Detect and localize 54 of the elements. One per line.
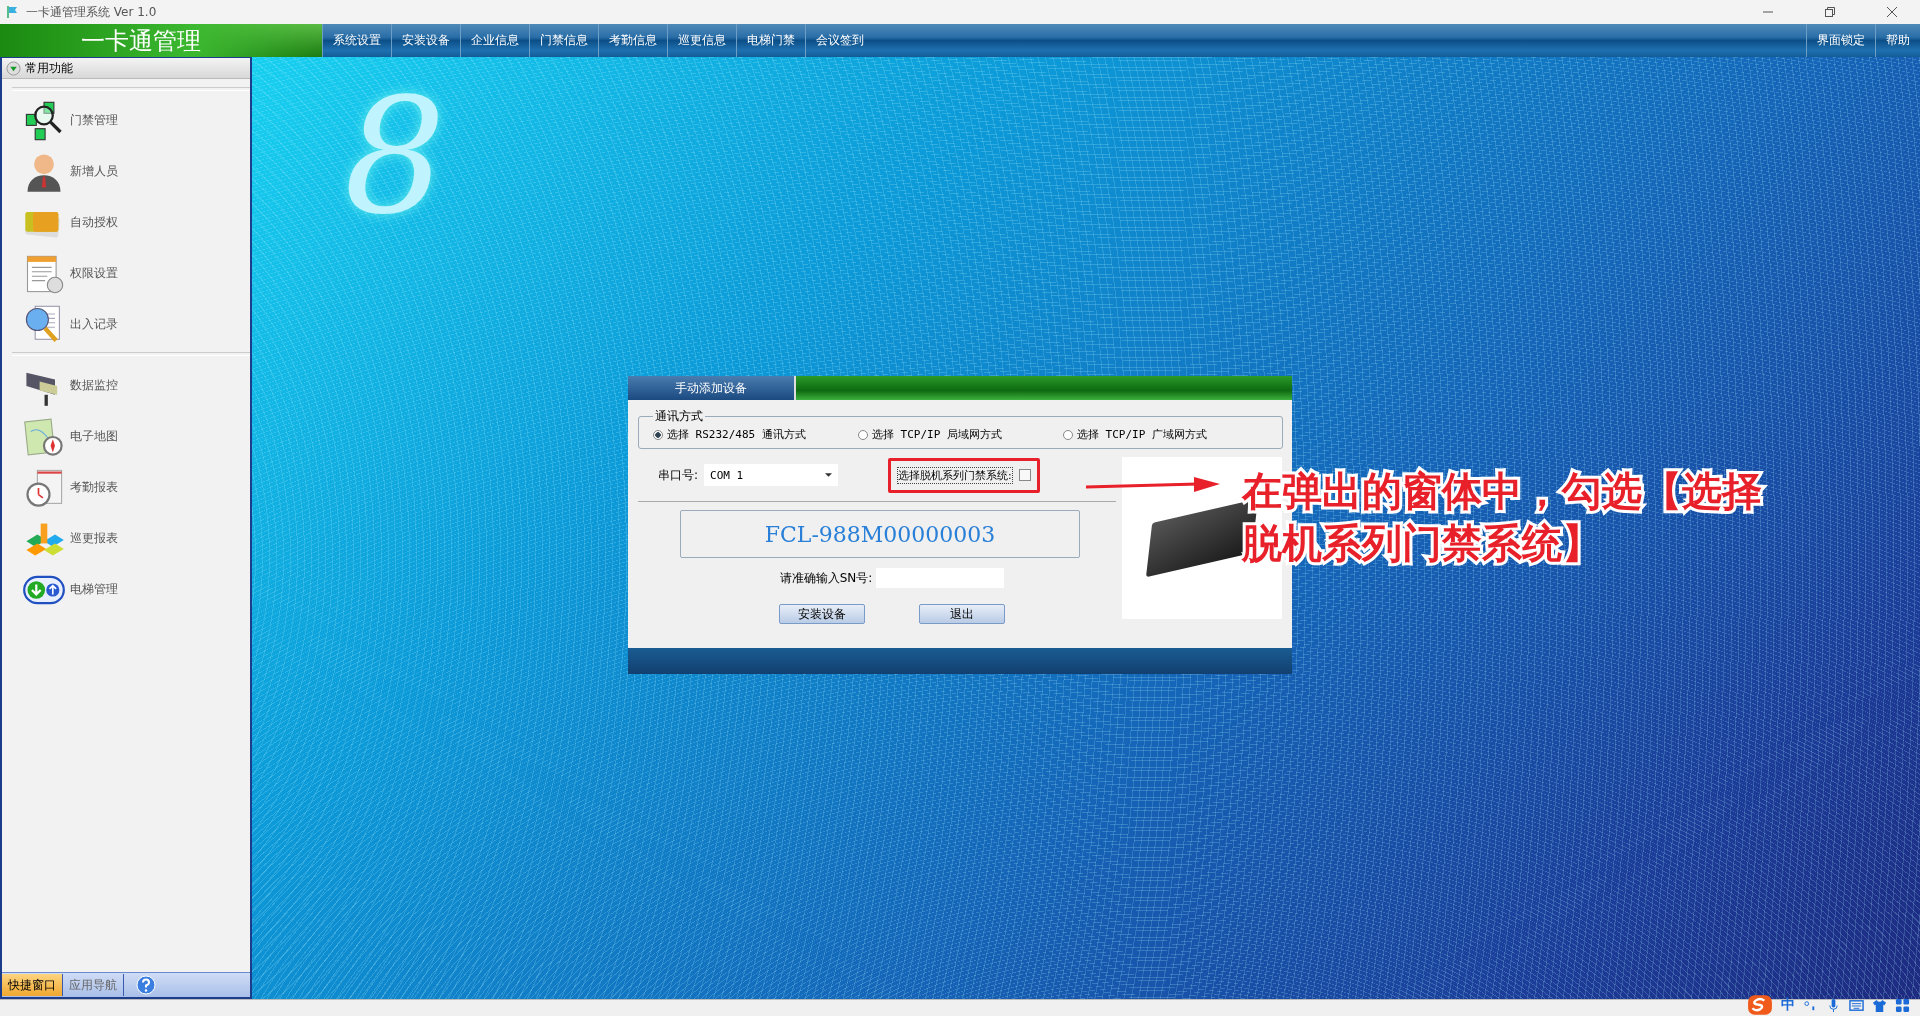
menu-item[interactable]: 门禁信息 <box>529 24 598 57</box>
radio-button[interactable] <box>1063 429 1073 440</box>
sidebar-item[interactable]: 自动授权 <box>2 197 250 248</box>
sidebar-item[interactable]: 门禁管理 <box>2 95 250 146</box>
radio-button[interactable] <box>858 429 868 440</box>
radio-button[interactable] <box>653 429 663 440</box>
bottom-tab[interactable]: 应用导航 <box>63 974 124 996</box>
dialog-button[interactable]: 退出 <box>919 604 1005 624</box>
menu-item[interactable]: 界面锁定 <box>1806 24 1875 57</box>
sidebar-header[interactable]: 常用功能 <box>2 58 250 79</box>
sn-display: FCL-988M00000003 <box>680 510 1080 558</box>
sidebar-item[interactable]: 巡更报表 <box>2 513 250 564</box>
menu-item[interactable]: 企业信息 <box>460 24 529 57</box>
grid-icon[interactable] <box>1895 997 1910 1013</box>
offline-checkbox[interactable] <box>1018 469 1031 481</box>
sn-label: 请准确输入SN号: <box>779 569 873 587</box>
app-title: 一卡通管理 <box>81 25 202 57</box>
menu-item[interactable]: 系统设置 <box>322 24 391 57</box>
offline-label: 选择脱机系列门禁系统: <box>897 466 1013 484</box>
microphone-icon[interactable] <box>1826 997 1841 1013</box>
flag-icon <box>6 5 20 19</box>
port-label: 串口号: <box>658 466 699 484</box>
sidebar-title: 常用功能 <box>25 59 73 77</box>
ime-mode[interactable]: 中 <box>1781 996 1795 1014</box>
sidebar-item[interactable]: 出入记录 <box>2 299 250 350</box>
group-label: 通讯方式 <box>654 408 704 425</box>
menu-item[interactable]: 会议签到 <box>805 24 874 57</box>
menu-item[interactable]: 帮助 <box>1875 24 1920 57</box>
radio-option[interactable]: 选择 TCP/IP 局域网方式 <box>858 427 1063 442</box>
sidebar-item[interactable]: 权限设置 <box>2 248 250 299</box>
radio-option[interactable]: 选择 RS232/485 通讯方式 <box>653 427 858 442</box>
sidebar-item[interactable]: 新增人员 <box>2 146 250 197</box>
help-icon[interactable] <box>136 975 156 995</box>
ime-logo-icon[interactable] <box>1747 994 1773 1016</box>
logo-numeral: 8 <box>344 77 446 237</box>
shirt-icon[interactable] <box>1872 997 1887 1013</box>
close-icon[interactable] <box>1886 6 1898 18</box>
sidebar-item[interactable]: 考勤报表 <box>2 462 250 513</box>
dialog-button[interactable]: 安装设备 <box>779 604 865 624</box>
caret-icon <box>825 473 833 477</box>
collapse-icon[interactable] <box>6 60 21 76</box>
port-dropdown[interactable]: COM 1 <box>704 464 839 486</box>
sidebar-item[interactable]: 电梯管理 <box>2 564 250 615</box>
bottom-tab[interactable]: 快捷窗口 <box>2 974 63 996</box>
sidebar-item[interactable]: 电子地图 <box>2 411 250 462</box>
menu-item[interactable]: 考勤信息 <box>598 24 667 57</box>
restore-icon[interactable] <box>1824 6 1836 18</box>
menu-item[interactable]: 巡更信息 <box>667 24 736 57</box>
sidebar-item[interactable]: 数据监控 <box>2 360 250 411</box>
radio-option[interactable]: 选择 TCP/IP 广域网方式 <box>1063 427 1268 442</box>
menu-item[interactable]: 安装设备 <box>391 24 460 57</box>
menu-item[interactable]: 电梯门禁 <box>736 24 805 57</box>
window-title: 一卡通管理系统 Ver 1.0 <box>26 3 157 21</box>
keyboard-icon[interactable] <box>1849 997 1864 1013</box>
